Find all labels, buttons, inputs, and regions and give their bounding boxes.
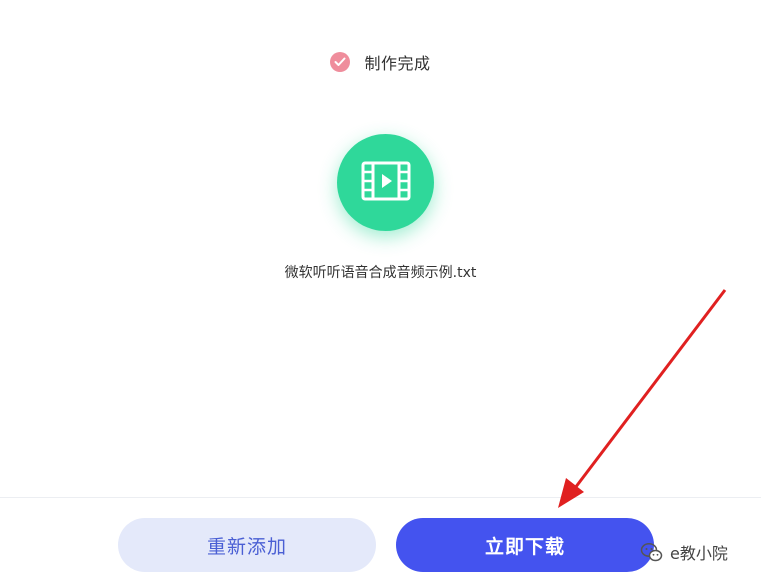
watermark: e教小院 — [640, 540, 728, 564]
completion-page: 制作完成 微软听听语音合成音频示例.txt 重新添加 立即下载 e教小院 — [0, 0, 761, 588]
watermark-text: e教小院 — [670, 544, 728, 563]
status-text: 制作完成 — [364, 54, 431, 73]
red-arrow-annotation — [558, 289, 727, 508]
check-circle-icon — [330, 52, 351, 72]
download-button[interactable]: 立即下载 — [396, 518, 654, 572]
status-row: 制作完成 — [0, 48, 761, 76]
wechat-icon — [640, 540, 664, 564]
footer-divider — [0, 497, 761, 498]
video-file-icon-badge — [337, 134, 434, 231]
readd-button[interactable]: 重新添加 — [118, 518, 376, 572]
file-name: 微软听听语音合成音频示例.txt — [284, 265, 477, 281]
video-film-icon — [361, 161, 411, 205]
